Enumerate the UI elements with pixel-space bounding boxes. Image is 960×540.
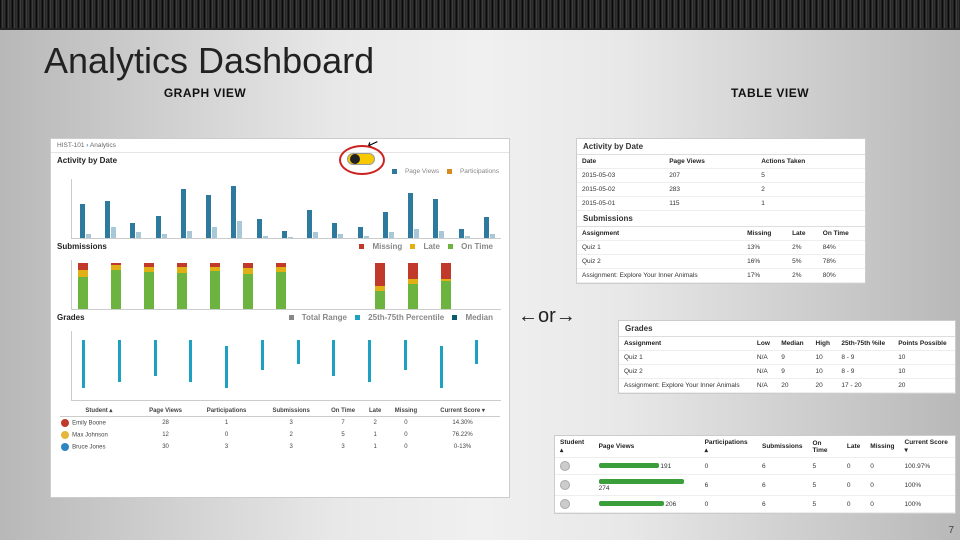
grades-table: AssignmentLowMedianHigh25th-75th %ilePoi… — [619, 337, 955, 393]
header-band — [0, 0, 960, 30]
table-view-label: TABLE VIEW — [670, 86, 870, 100]
grades-card-title: Grades — [619, 321, 955, 337]
table-row[interactable]: Max Johnson120251076.22% — [60, 429, 500, 441]
page-title: Analytics Dashboard — [0, 30, 960, 86]
table-row[interactable]: 2015-05-032075 — [577, 169, 865, 183]
submissions-legend: Missing Late On Time — [353, 242, 503, 251]
legend-range: Total Range — [302, 313, 347, 322]
avatar — [560, 480, 570, 490]
table-row[interactable]: 2015-05-022832 — [577, 183, 865, 197]
legend-median: Median — [465, 313, 493, 322]
students-table: Student ▴Page ViewsParticipations ▴Submi… — [555, 436, 955, 513]
view-labels: GRAPH VIEW TABLE VIEW — [0, 86, 960, 100]
submissions-table: AssignmentMissingLateOn TimeQuiz 113%2%8… — [577, 227, 865, 283]
students-card: Student ▴Page ViewsParticipations ▴Submi… — [554, 435, 956, 514]
activity-card-title: Activity by Date — [577, 139, 865, 155]
avatar — [560, 499, 570, 509]
graph-view-panel: HIST-101 › Analytics ↙ Activity by Date … — [50, 138, 510, 498]
view-toggle[interactable] — [347, 153, 375, 165]
activity-card: Activity by Date DatePage ViewsActions T… — [576, 138, 866, 284]
legend-participations: Participations — [460, 168, 499, 175]
table-row[interactable]: Assignment: Explore Your Inner Animals17… — [577, 269, 865, 283]
activity-table: DatePage ViewsActions Taken2015-05-03207… — [577, 155, 865, 211]
submissions-card-title: Submissions — [577, 211, 865, 227]
table-row[interactable]: 20606500100% — [555, 496, 955, 513]
grades-title: Grades — [57, 313, 85, 322]
legend-ontime: On Time — [461, 242, 493, 251]
or-separator: ←or→ — [518, 305, 576, 328]
grades-header: Grades Total Range 25th-75th Percentile … — [51, 310, 509, 325]
table-row[interactable]: Quiz 216%5%78% — [577, 255, 865, 269]
activity-header: Activity by Date — [51, 153, 509, 168]
graph-view-label: GRAPH VIEW — [90, 86, 320, 100]
activity-chart — [71, 179, 501, 239]
activity-title: Activity by Date — [57, 156, 117, 165]
grades-legend: Total Range 25th-75th Percentile Median — [283, 313, 503, 322]
table-row[interactable]: 27466500100% — [555, 475, 955, 496]
page-number: 7 — [948, 525, 954, 536]
table-row[interactable]: Quiz 2N/A9108 - 910 — [619, 365, 955, 379]
legend-missing: Missing — [372, 242, 402, 251]
breadcrumb[interactable]: HIST-101 › Analytics — [51, 139, 509, 153]
table-row[interactable]: Assignment: Explore Your Inner AnimalsN/… — [619, 379, 955, 393]
table-row[interactable]: 2015-05-011151 — [577, 197, 865, 211]
view-toggle-wrap — [347, 153, 375, 165]
table-row[interactable]: Quiz 1N/A9108 - 910 — [619, 351, 955, 365]
breadcrumb-course[interactable]: HIST-101 — [57, 142, 84, 149]
submissions-title: Submissions — [57, 242, 107, 251]
activity-legend: Page Views Participations — [51, 168, 509, 175]
grades-chart — [71, 331, 501, 401]
avatar — [560, 461, 570, 471]
legend-percentile: 25th-75th Percentile — [368, 313, 444, 322]
submissions-header: Submissions Missing Late On Time — [51, 239, 509, 254]
table-row[interactable]: Emily Boone281372014.30% — [60, 417, 500, 430]
table-row[interactable]: Quiz 113%2%84% — [577, 241, 865, 255]
grades-card: Grades AssignmentLowMedianHigh25th-75th … — [618, 320, 956, 394]
table-row[interactable]: 19106500100.97% — [555, 458, 955, 475]
students-table-graph: Student ▴Page ViewsParticipationsSubmiss… — [60, 405, 500, 453]
submissions-chart — [71, 260, 501, 310]
legend-pageviews: Page Views — [405, 168, 439, 175]
legend-late: Late — [423, 242, 439, 251]
table-row[interactable]: Bruce Jones30333100-13% — [60, 441, 500, 453]
breadcrumb-page: Analytics — [90, 142, 116, 149]
